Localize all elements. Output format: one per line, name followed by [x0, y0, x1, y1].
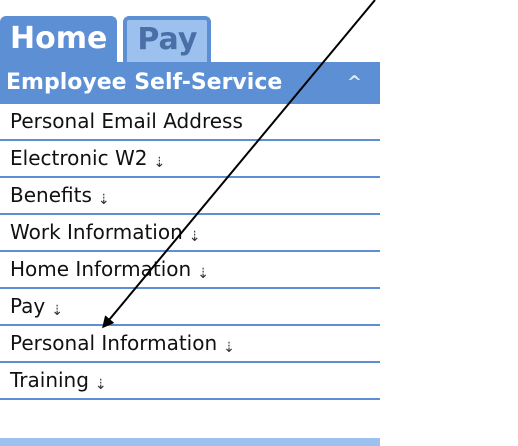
tab-home[interactable]: Home — [0, 16, 118, 62]
menu-item-label: Personal Information — [10, 331, 218, 355]
self-service-menu: Personal Email Address Electronic W2 ⇣ Be… — [0, 104, 380, 400]
menu-item-work-information[interactable]: Work Information ⇣ — [0, 215, 380, 252]
expand-arrow-icon[interactable]: ⇣ — [51, 294, 63, 329]
menu-item-label: Work Information — [10, 220, 183, 244]
panel-bottom-bar — [0, 438, 380, 446]
expand-arrow-icon[interactable]: ⇣ — [197, 257, 209, 292]
menu-item-label: Personal Email Address — [10, 109, 243, 133]
menu-item-home-information[interactable]: Home Information ⇣ — [0, 252, 380, 289]
expand-arrow-icon[interactable]: ⇣ — [95, 368, 107, 403]
expand-arrow-icon[interactable]: ⇣ — [153, 146, 165, 181]
menu-item-pay[interactable]: Pay ⇣ — [0, 289, 380, 326]
menu-item-training[interactable]: Training ⇣ — [0, 363, 380, 400]
menu-item-personal-information[interactable]: Personal Information ⇣ — [0, 326, 380, 363]
expand-arrow-icon[interactable]: ⇣ — [189, 220, 201, 255]
tab-bar: Home Pay — [0, 14, 212, 62]
employee-self-service-panel: Home Pay Employee Self-Service ^ Persona… — [0, 0, 380, 446]
section-title: Employee Self-Service — [6, 70, 283, 95]
expand-arrow-icon[interactable]: ⇣ — [98, 183, 110, 218]
menu-item-label: Home Information — [10, 257, 192, 281]
menu-item-electronic-w2[interactable]: Electronic W2 ⇣ — [0, 141, 380, 178]
tab-pay[interactable]: Pay — [123, 16, 212, 62]
collapse-icon[interactable]: ^ — [347, 62, 362, 104]
menu-item-label: Electronic W2 — [10, 146, 148, 170]
section-header[interactable]: Employee Self-Service ^ — [0, 62, 380, 104]
expand-arrow-icon[interactable]: ⇣ — [223, 331, 235, 366]
menu-item-label: Pay — [10, 294, 46, 318]
menu-item-personal-email-address[interactable]: Personal Email Address — [0, 104, 380, 141]
menu-item-label: Benefits — [10, 183, 92, 207]
menu-item-label: Training — [10, 368, 89, 392]
menu-item-benefits[interactable]: Benefits ⇣ — [0, 178, 380, 215]
